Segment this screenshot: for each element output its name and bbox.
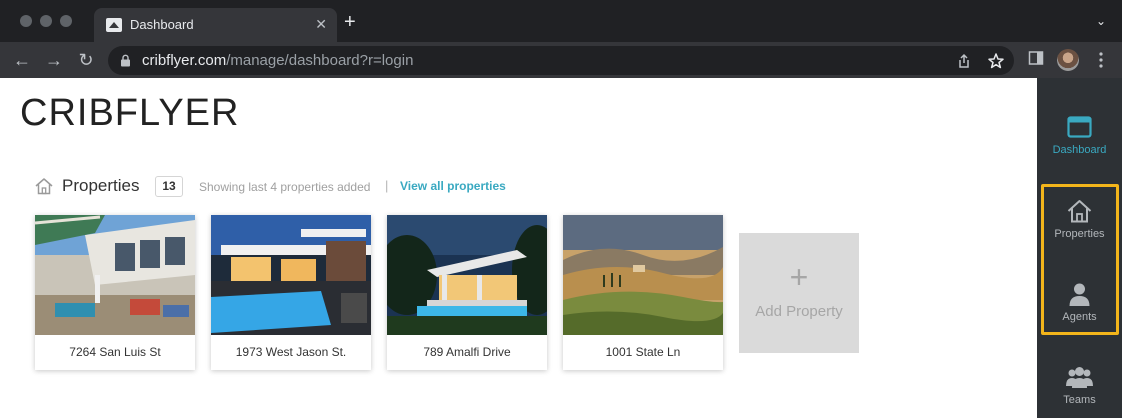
sidebar-item-agents[interactable]: Agents — [1037, 281, 1122, 343]
person-icon — [1069, 283, 1090, 306]
property-address: 789 Amalfi Drive — [423, 345, 511, 359]
back-arrow-icon[interactable]: ← — [10, 48, 34, 72]
window-zoom-dot[interactable] — [60, 15, 72, 27]
property-count-badge: 13 — [155, 176, 183, 197]
dashboard-page: CRIBFLYER Properties 13 Showing last 4 p… — [0, 78, 1037, 418]
sidebar-item-dashboard[interactable]: Dashboard — [1037, 114, 1122, 176]
kebab-menu-icon[interactable] — [1096, 51, 1106, 69]
property-address: 1973 West Jason St. — [235, 345, 347, 359]
address-bar[interactable]: cribflyer.com/manage/dashboard?r=login — [108, 46, 1014, 75]
section-title: Properties — [62, 176, 140, 195]
view-all-properties-link[interactable]: View all properties — [400, 179, 506, 193]
browser-toolbar: ← → ↻ cribflyer.com/manage/dashboard?r=l… — [0, 42, 1122, 78]
home-icon — [35, 178, 53, 195]
sidebar-item-teams[interactable]: Teams — [1037, 364, 1122, 418]
section-note: Showing last 4 properties added — [199, 180, 371, 194]
url-host: cribflyer.com — [142, 52, 227, 69]
sidebar-item-label: Properties — [1054, 228, 1105, 240]
sidebar-item-properties[interactable]: Properties — [1037, 198, 1122, 260]
property-card[interactable]: 789 Amalfi Drive — [387, 215, 547, 370]
add-property-button[interactable]: + Add Property — [739, 233, 859, 353]
plus-icon: + — [789, 259, 809, 295]
share-icon[interactable] — [955, 52, 973, 70]
reload-icon[interactable]: ↻ — [74, 48, 98, 72]
bookmark-star-icon[interactable] — [987, 52, 1005, 70]
side-panel-icon[interactable] — [1028, 50, 1044, 66]
property-address: 7264 San Luis St — [69, 345, 161, 359]
window-close-dot[interactable] — [20, 15, 32, 27]
lock-icon — [121, 54, 130, 67]
hills-landscape-photo — [563, 215, 723, 335]
forward-arrow-icon[interactable]: → — [42, 48, 66, 72]
sidebar-item-label: Teams — [1063, 394, 1096, 406]
url-text: cribflyer.com/manage/dashboard?r=login — [142, 52, 413, 69]
sidebar-item-label: Agents — [1062, 311, 1097, 323]
site-favicon-icon — [106, 18, 122, 32]
sidebar-item-label: Dashboard — [1052, 144, 1107, 156]
browser-tab[interactable]: Dashboard ✕ — [94, 8, 337, 42]
people-icon — [1066, 367, 1093, 388]
cribflyer-logo[interactable]: CRIBFLYER — [20, 92, 239, 135]
patio-house-photo — [35, 215, 195, 335]
modern-pool-house-photo — [211, 215, 371, 335]
profile-avatar[interactable] — [1057, 49, 1079, 71]
home-icon — [1067, 200, 1092, 223]
url-path: /manage/dashboard?r=login — [226, 52, 414, 69]
properties-section-header: Properties 13 Showing last 4 properties … — [34, 176, 634, 200]
app-sidebar: Dashboard Properties Agents Teams — [1037, 78, 1122, 418]
window-minimize-dot[interactable] — [40, 15, 52, 27]
new-tab-button[interactable]: + — [344, 12, 356, 32]
villa-night-photo — [387, 215, 547, 335]
property-card[interactable]: 1973 West Jason St. — [211, 215, 371, 370]
browser-tab-bar: Dashboard ✕ + ⌄ — [0, 0, 1122, 42]
add-property-label: Add Property — [755, 303, 843, 320]
tab-title: Dashboard — [130, 17, 194, 32]
window-icon — [1067, 116, 1092, 138]
property-address: 1001 State Ln — [605, 345, 681, 359]
tab-search-chevron-icon[interactable]: ⌄ — [1096, 14, 1106, 28]
close-tab-icon[interactable]: ✕ — [315, 16, 327, 32]
property-card[interactable]: 7264 San Luis St — [35, 215, 195, 370]
property-card[interactable]: 1001 State Ln — [563, 215, 723, 370]
section-divider: | — [385, 178, 389, 193]
